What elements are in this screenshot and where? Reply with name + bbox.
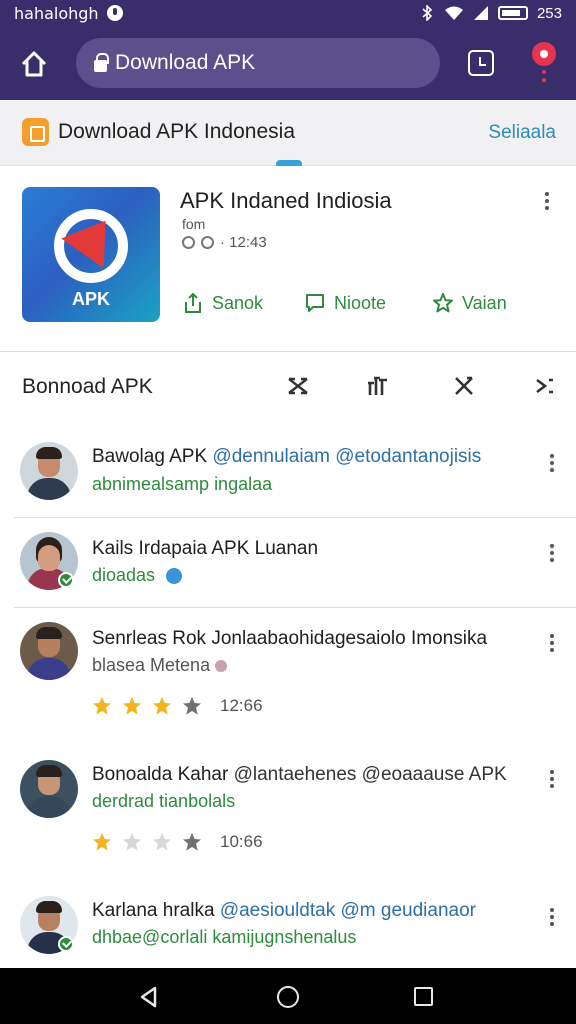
site-header-link[interactable]: Seliaala (488, 122, 556, 144)
item-title: Senrleas Rok Jonlaabaohidagesaiolo Imons… (92, 628, 532, 650)
more-options-icon[interactable] (534, 374, 558, 398)
battery-level: 253 (536, 4, 562, 22)
star-icon (123, 697, 141, 715)
comment-button[interactable]: Nioote (304, 292, 386, 314)
item-more-icon[interactable] (542, 634, 562, 658)
app-subtitle: fom (182, 216, 206, 232)
lock-icon (94, 53, 109, 72)
item-subtitle: blasea Metena (92, 655, 228, 676)
address-bar[interactable]: Download APK (76, 38, 440, 88)
home-icon[interactable] (18, 48, 50, 80)
star-icon (153, 833, 171, 851)
rating-time: 10:66 (220, 832, 263, 851)
app-name: APK Indaned Indiosia (180, 188, 392, 213)
rating-stars: 12:66 (92, 696, 263, 716)
verified-icon (58, 936, 74, 952)
download-icon (201, 236, 214, 249)
item-subtitle-text: blasea Metena (92, 655, 211, 675)
carrier-name: hahalohgh (14, 3, 99, 23)
notification-icon (106, 5, 123, 21)
item-author: Bonoalda Kahar (92, 764, 229, 785)
avatar[interactable] (20, 760, 78, 818)
rate-button[interactable]: Vaian (432, 292, 507, 314)
item-author: Bawolag APK (92, 446, 208, 467)
menu-icon[interactable] (530, 42, 558, 86)
share-button[interactable]: Sanok (182, 292, 263, 314)
app-more-icon[interactable] (536, 192, 558, 214)
verified-icon (58, 572, 74, 588)
star-icon (183, 697, 201, 715)
avatar[interactable] (20, 622, 78, 680)
browser-toolbar: Download APK (0, 26, 576, 100)
item-more-icon[interactable] (542, 454, 562, 478)
site-logo-icon[interactable] (22, 118, 49, 146)
close-icon[interactable] (452, 374, 476, 398)
star-icon (123, 833, 141, 851)
comment-label: Nioote (334, 292, 387, 313)
share-icon (185, 292, 201, 313)
star-outline-icon (433, 293, 453, 313)
star-icon (153, 697, 171, 715)
rating-icon (182, 236, 195, 249)
filter-icon[interactable] (366, 374, 390, 398)
item-mention[interactable]: @lantaehenes @eoaaause APK (234, 764, 507, 785)
app-meta: · 12:43 (182, 234, 267, 251)
back-icon[interactable] (138, 986, 160, 1008)
item-more-icon[interactable] (542, 908, 562, 932)
star-icon (183, 833, 201, 851)
item-author: Kails Irdapaia APK Luanan (92, 538, 319, 559)
heart-icon (215, 660, 228, 673)
item-author: Karlana hralka (92, 900, 215, 921)
item-author: Senrleas Rok Jonlaabaohidagesaiolo Imons… (92, 628, 488, 649)
recents-icon[interactable] (414, 987, 433, 1006)
item-title: Bonoalda Kahar @lantaehenes @eoaaause AP… (92, 764, 532, 786)
star-icon (93, 697, 111, 715)
item-mention[interactable]: @denn​u​laiam @etodantanojisis (212, 446, 481, 467)
home-nav-icon[interactable] (277, 986, 299, 1008)
item-title: Bawolag APK @denn​u​laiam @etodantanojis… (92, 446, 532, 468)
app-meta-time: · 12:43 (220, 234, 267, 251)
item-subtitle-text: dioadas (92, 565, 156, 585)
item-title: Karlana hralka @aesiouldtak @m geudianao… (92, 900, 532, 922)
item-more-icon[interactable] (542, 544, 562, 568)
list-item[interactable]: Bawolag APK @denn​u​laiam @etodantanojis… (0, 422, 576, 518)
item-mention[interactable]: @aesiouldtak @m geudianaor (220, 900, 476, 921)
signal-icon (473, 6, 488, 20)
app-icon[interactable]: APK (22, 187, 160, 322)
system-nav-bar (0, 968, 576, 1024)
section-header: Bonnoad APK (0, 352, 576, 422)
tabs-icon[interactable] (468, 50, 494, 76)
info-icon (166, 568, 183, 585)
status-icons: 253 (419, 5, 562, 22)
item-subtitle: dhbae@corlali kamijugnshenalus (92, 927, 357, 947)
wifi-icon (444, 6, 463, 20)
comment-icon (306, 294, 324, 312)
url-text: Download APK (115, 51, 256, 74)
rate-label: Vaian (462, 292, 507, 313)
list-item[interactable]: Kails Irdapaia APK Luanan dioadas (0, 518, 576, 608)
site-header: Download APK Indonesia Seliaala (0, 100, 576, 166)
item-subtitle: derdrad tianbolals (92, 791, 236, 811)
share-label: Sanok (212, 292, 264, 313)
site-title: Download APK Indonesia (58, 120, 295, 143)
app-icon-label: APK (71, 289, 110, 309)
notification-pin-icon (532, 42, 556, 66)
battery-icon (497, 6, 528, 20)
rating-stars: 10:66 (92, 832, 263, 852)
item-more-icon[interactable] (542, 770, 562, 794)
rating-time: 12:66 (220, 696, 263, 715)
star-icon (93, 833, 111, 851)
section-title: Bonnoad APK (22, 375, 153, 398)
status-bar: hahalohgh 253 (0, 0, 576, 26)
bluetooth-icon (422, 5, 433, 21)
list-item[interactable]: Bonoalda Kahar @lantaehenes @eoaaause AP… (0, 746, 576, 880)
item-title: Kails Irdapaia APK Luanan (92, 538, 532, 560)
item-subtitle: abnimealsamp ingalaa (92, 474, 273, 494)
app-card: APK APK Indaned Indiosia fom · 12:43 San… (0, 166, 576, 352)
list-item[interactable]: Senrleas Rok Jonlaabaohidagesaiolo Imons… (0, 608, 576, 746)
shuffle-icon[interactable] (286, 374, 310, 398)
list-item[interactable]: Karlana hralka @aesiouldtak @m geudianao… (0, 880, 576, 968)
item-subtitle: dioadas (92, 565, 183, 586)
avatar[interactable] (20, 442, 78, 500)
